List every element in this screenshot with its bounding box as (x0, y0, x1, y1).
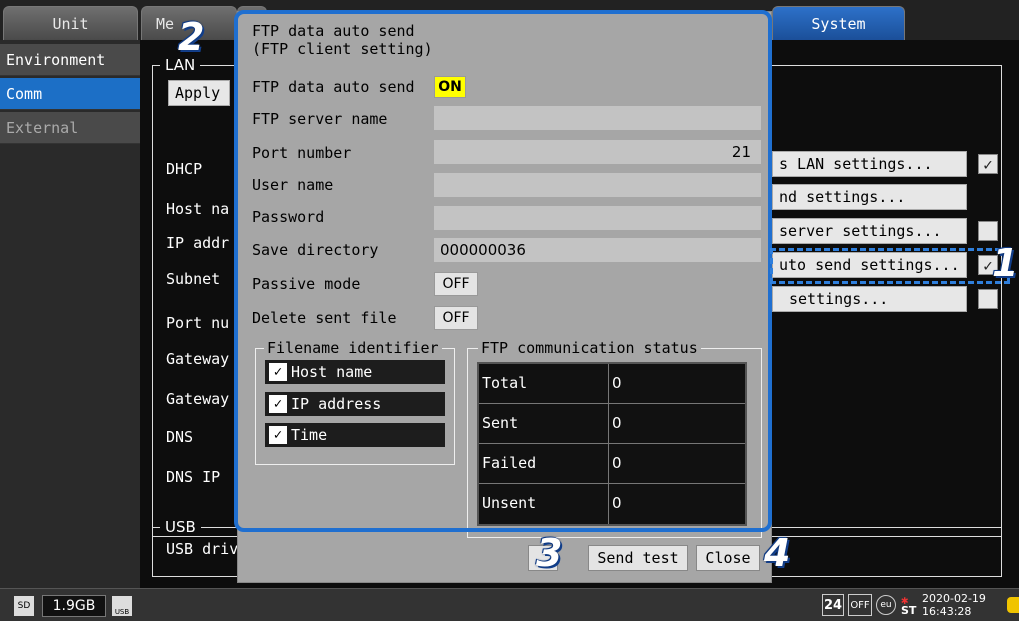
tab-unit[interactable]: Unit (3, 6, 138, 40)
apply-button[interactable]: Apply (168, 80, 230, 106)
lan-label-subnet: Subnet (166, 270, 221, 288)
sidebar-item-label: Comm (6, 84, 43, 103)
button-label: nd settings... (779, 188, 906, 206)
button-label: s LAN settings... (779, 155, 933, 173)
send-test-button[interactable]: Send test (588, 545, 688, 571)
button-label: settings... (789, 290, 889, 308)
dialog-highlight-frame (234, 10, 772, 532)
other-settings-checkbox[interactable] (978, 289, 998, 309)
status-date: 2020-02-19 (922, 592, 986, 605)
tab-label: System (811, 14, 866, 33)
sidebar-item-external[interactable]: External (0, 112, 140, 144)
off-icon: OFF (848, 594, 872, 616)
eu-icon: eu (876, 595, 896, 615)
sidebar-item-label: Environment (6, 50, 106, 69)
server-settings-button[interactable]: server settings... (772, 218, 967, 244)
lan-label-gateway-ip: Gateway (166, 390, 230, 408)
sidebar-item-comm[interactable]: Comm (0, 78, 140, 110)
apply-label: Apply (175, 84, 221, 102)
usb-icon: USB (112, 596, 132, 616)
tab-label: Unit (52, 14, 89, 33)
server-settings-checkbox[interactable] (978, 221, 998, 241)
send-settings-button[interactable]: nd settings... (772, 184, 967, 210)
lan-label-gateway: Gateway (166, 350, 230, 368)
usb-group-title: USB (160, 518, 201, 536)
lan-settings-button[interactable]: s LAN settings... (772, 151, 967, 177)
close-button[interactable]: Close (696, 545, 760, 571)
usb-drive-label: USB driv (166, 540, 239, 558)
lan-label-host: Host na (166, 200, 230, 218)
status-bar: SD 1.9GB USB 24 OFF eu ✱ ST 2020-02-19 1… (0, 588, 1019, 621)
lan-label-ip: IP addr (166, 234, 230, 252)
lan-label-dns-ip: DNS IP (166, 468, 221, 486)
indicator-icon (1007, 597, 1019, 613)
callout-3: 3 (536, 531, 563, 575)
callout-1: 1 (992, 241, 1019, 285)
lan-label-dhcp: DHCP (166, 160, 203, 178)
lan-settings-checkbox[interactable]: ✓ (978, 154, 998, 174)
24h-icon: 24 (822, 594, 844, 616)
sidebar-item-environment[interactable]: Environment (0, 44, 140, 76)
callout-2: 2 (178, 15, 205, 59)
status-time: 16:43:28 (922, 605, 972, 618)
st-label: ST (901, 604, 917, 617)
callout-highlight-1 (770, 248, 1010, 284)
storage-capacity: 1.9GB (42, 595, 106, 617)
tab-system[interactable]: System (772, 6, 905, 40)
tab-label: Me (156, 14, 175, 33)
lan-label-port: Port nu (166, 314, 230, 332)
button-label: server settings... (779, 222, 942, 240)
lan-label-dns: DNS (166, 428, 194, 446)
other-settings-button[interactable]: settings... (772, 286, 967, 312)
sidebar: Environment Comm External (0, 40, 140, 588)
sidebar-item-label: External (6, 118, 79, 137)
sd-card-icon: SD (14, 596, 34, 616)
callout-4: 4 (764, 531, 791, 575)
